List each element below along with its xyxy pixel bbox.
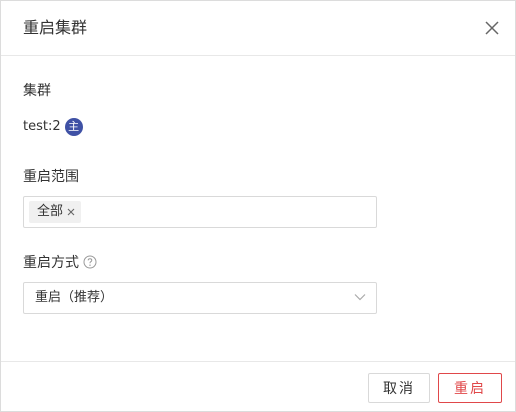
close-small-icon[interactable] <box>67 208 75 216</box>
restart-scope-label: 重启范围 <box>23 169 79 185</box>
restart-method-value: 重启（推荐） <box>35 290 114 305</box>
scope-tag-all: 全部 <box>29 201 82 223</box>
restart-button[interactable]: 重启 <box>438 373 502 403</box>
dialog-footer: 取消 重启 <box>1 361 515 412</box>
dialog-title: 重启集群 <box>23 18 88 37</box>
question-circle-icon[interactable] <box>83 255 97 269</box>
scope-tag-label: 全部 <box>37 204 64 219</box>
restart-cluster-dialog: 重启集群 集群 test:2 主 重启范围 全部 重启方式 重启（推荐） 取消 <box>0 0 516 412</box>
primary-role-badge: 主 <box>64 118 83 136</box>
cluster-label: 集群 <box>23 83 51 99</box>
restart-method-select[interactable]: 重启（推荐） <box>23 282 377 314</box>
cluster-name: test:2 <box>23 119 61 134</box>
cancel-button[interactable]: 取消 <box>368 373 430 403</box>
chevron-down-icon <box>354 294 366 301</box>
cluster-info: test:2 主 <box>23 117 83 137</box>
dialog-header: 重启集群 <box>1 1 515 56</box>
restart-scope-select[interactable]: 全部 <box>23 196 377 228</box>
restart-method-label: 重启方式 <box>23 255 79 271</box>
close-icon[interactable] <box>482 18 502 38</box>
